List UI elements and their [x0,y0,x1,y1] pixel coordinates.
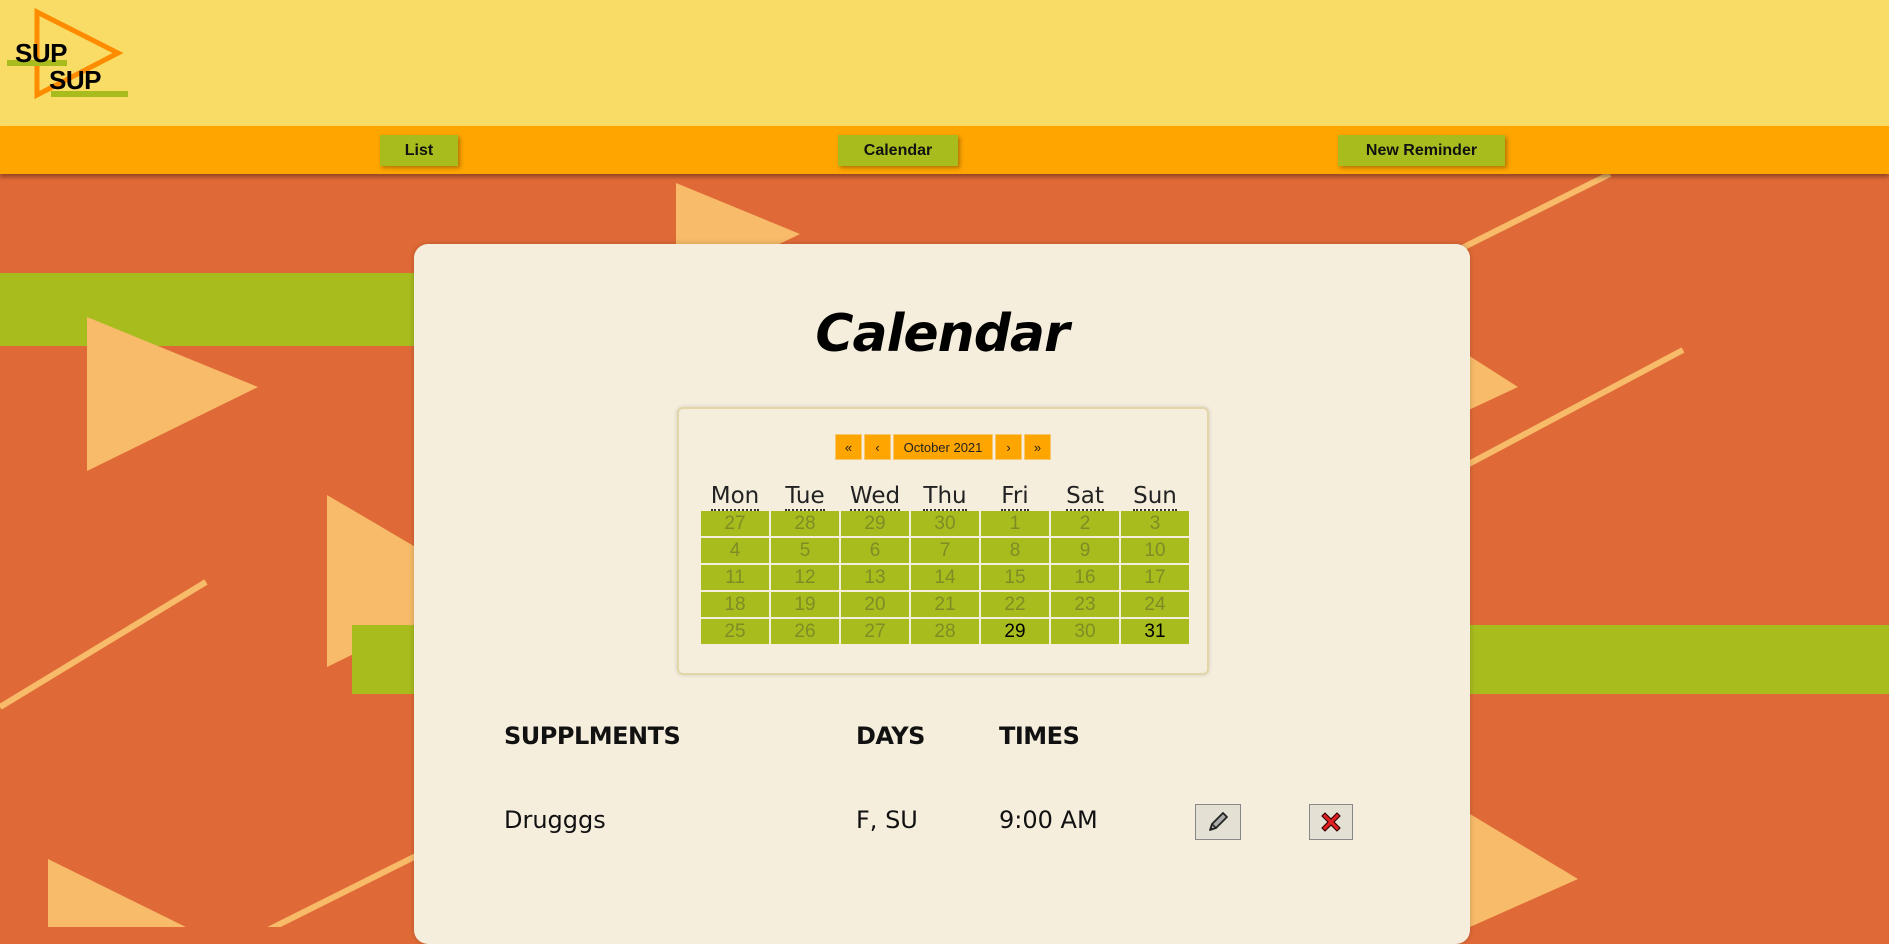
calendar-day[interactable]: 6 [839,536,911,565]
calendar-week-row: 25 26 27 28 29 30 31 [699,617,1191,646]
calendar-prev-button[interactable]: ‹ [864,434,891,460]
weekday-header: Sun [1120,482,1190,511]
weekday-label: Fri [1001,482,1029,511]
weekday-label: Wed [849,482,901,511]
weekday-label: Tue [785,482,825,511]
page-title: Calendar [815,304,1069,364]
calendar-day[interactable]: 9 [1049,536,1121,565]
weekday-label: Sun [1133,482,1177,511]
logo-text-bottom: SUP [49,65,101,95]
calendar-day[interactable]: 19 [769,590,841,619]
close-icon [1321,812,1341,832]
calendar-day[interactable]: 23 [1049,590,1121,619]
weekday-header: Tue [770,482,840,511]
weekday-header: Fri [980,482,1050,511]
calendar-widget: «‹ October 2021 ›» Mon Tue Wed Thu Fri Sat Sun 2… [677,407,1209,675]
weekday-header: Thu [910,482,980,511]
calendar-week-row: 11 12 13 14 15 16 17 [699,563,1191,592]
calendar-grid: Mon Tue Wed Thu Fri Sat Sun 27 28 29 30 1 2 3 4 5 6 7 8 9 1… [699,482,1191,646]
supplement-time: 9:00 AM [999,806,1098,834]
weekday-label: Sat [1066,482,1104,511]
pencil-icon [1209,812,1228,831]
calendar-day[interactable]: 31 [1119,617,1191,646]
weekday-header: Sat [1050,482,1120,511]
calendar-day[interactable]: 28 [909,617,981,646]
content-panel: Calendar «‹ October 2021 ›» Mon Tue Wed Thu Fr… [414,244,1470,944]
calendar-day[interactable]: 16 [1049,563,1121,592]
nav-calendar-button[interactable]: Calendar [838,135,958,166]
app-header: SUP SUP [0,0,1889,126]
supplement-days: F, SU [856,806,918,834]
calendar-day[interactable]: 11 [699,563,771,592]
column-header-supplements: SUPPLMENTS [504,722,681,750]
calendar-day[interactable]: 26 [769,617,841,646]
calendar-day[interactable]: 1 [979,509,1051,538]
calendar-day[interactable]: 30 [1049,617,1121,646]
main-nav: List Calendar New Reminder [0,126,1889,174]
calendar-day[interactable]: 10 [1119,536,1191,565]
column-header-days: DAYS [856,722,925,750]
calendar-day[interactable]: 15 [979,563,1051,592]
calendar-day[interactable]: 5 [769,536,841,565]
calendar-day[interactable]: 12 [769,563,841,592]
calendar-day[interactable]: 2 [1049,509,1121,538]
calendar-day[interactable]: 13 [839,563,911,592]
calendar-week-row: 18 19 20 21 22 23 24 [699,590,1191,619]
calendar-day[interactable]: 14 [909,563,981,592]
calendar-last-button[interactable]: » [1024,434,1051,460]
calendar-day[interactable]: 30 [909,509,981,538]
calendar-first-button[interactable]: « [835,434,862,460]
calendar-day[interactable]: 4 [699,536,771,565]
delete-button[interactable] [1309,804,1353,840]
app-logo[interactable]: SUP SUP [5,8,130,100]
calendar-week-row: 4 5 6 7 8 9 10 [699,536,1191,565]
weekday-label: Mon [710,482,760,511]
weekday-header: Wed [840,482,910,511]
calendar-weekday-row: Mon Tue Wed Thu Fri Sat Sun [700,482,1190,511]
calendar-day[interactable]: 7 [909,536,981,565]
calendar-day[interactable]: 29 [839,509,911,538]
calendar-day[interactable]: 24 [1119,590,1191,619]
nav-new-reminder-button[interactable]: New Reminder [1338,135,1505,166]
calendar-day[interactable]: 27 [839,617,911,646]
calendar-day[interactable]: 25 [699,617,771,646]
calendar-navigation: «‹ October 2021 ›» [679,434,1207,460]
calendar-day[interactable]: 28 [769,509,841,538]
calendar-day[interactable]: 27 [699,509,771,538]
weekday-header: Mon [700,482,770,511]
calendar-day[interactable]: 29 [979,617,1051,646]
calendar-days: 27 28 29 30 1 2 3 4 5 6 7 8 9 10 11 12 13 14 15 16 17 18 19 20 2… [699,509,1191,646]
calendar-month-label[interactable]: October 2021 [893,434,993,460]
supplement-name: Drugggs [504,806,606,834]
calendar-day[interactable]: 21 [909,590,981,619]
edit-button[interactable] [1195,804,1241,840]
weekday-label: Thu [923,482,967,511]
calendar-day[interactable]: 18 [699,590,771,619]
calendar-next-button[interactable]: › [995,434,1022,460]
column-header-times: TIMES [999,722,1080,750]
nav-list-button[interactable]: List [380,135,458,166]
calendar-day[interactable]: 22 [979,590,1051,619]
calendar-week-row: 27 28 29 30 1 2 3 [699,509,1191,538]
supplements-table: SUPPLMENTS DAYS TIMES Drugggs F, SU 9:00… [504,722,1404,922]
calendar-day[interactable]: 17 [1119,563,1191,592]
calendar-day[interactable]: 8 [979,536,1051,565]
calendar-day[interactable]: 20 [839,590,911,619]
calendar-day[interactable]: 3 [1119,509,1191,538]
